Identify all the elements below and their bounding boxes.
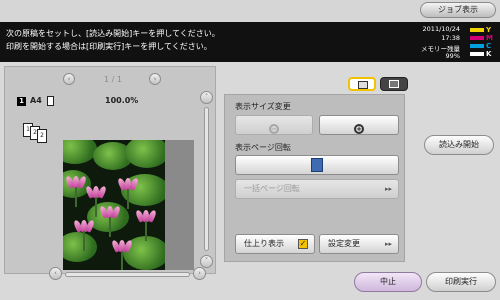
page-navigator: ‹ 1 / 1 › <box>63 73 163 87</box>
setting-change-button[interactable]: 設定変更 ▸▸ <box>319 234 399 254</box>
scroll-up-button[interactable]: ˄ <box>200 91 213 104</box>
page-indicator: 1 / 1 <box>104 75 122 84</box>
batch-rotation-label: 一括ページ回転 <box>244 184 300 193</box>
scroll-left-button[interactable]: ‹ <box>49 267 62 280</box>
zoom-out-icon: − <box>269 124 279 134</box>
rotate-page-icon <box>311 158 323 172</box>
preview-settings-panel: 表示サイズ変更 − + 表示ページ回転 一括ページ回転 ▸▸ 仕上り表示 ✓ 設… <box>224 94 405 262</box>
toner-m: M <box>470 34 494 42</box>
time-display: 17:38 <box>441 34 460 42</box>
zoom-in-button[interactable]: + <box>319 115 399 135</box>
zoom-out-button[interactable]: − <box>235 115 313 135</box>
next-page-button[interactable]: › <box>149 73 161 85</box>
double-chevron-right-icon: ▸▸ <box>385 240 393 248</box>
view-mode-tabs <box>348 77 412 91</box>
zoom-in-icon: + <box>354 124 364 134</box>
batch-rotation-button[interactable]: 一括ページ回転 ▸▸ <box>235 179 399 199</box>
job-display-button[interactable]: ジョブ表示 <box>420 2 496 18</box>
preview-detail-icon <box>358 81 368 89</box>
prev-page-button[interactable]: ‹ <box>63 73 75 85</box>
vertical-scrollbar[interactable] <box>204 107 209 251</box>
print-button[interactable]: 印刷実行 <box>426 272 496 292</box>
toner-y: Y <box>470 26 494 34</box>
zoom-level: 100.0% <box>105 96 139 105</box>
preview-thumbnail-icon <box>389 80 399 88</box>
sheet-number: 1 <box>17 97 26 106</box>
date-display: 2011/10/24 <box>422 25 460 33</box>
page-preview <box>63 140 194 270</box>
finish-display-button[interactable]: 仕上り表示 ✓ <box>235 234 315 254</box>
toner-indicator: Y M C K <box>470 26 494 60</box>
toner-k: K <box>470 50 494 58</box>
toner-c: C <box>470 42 494 50</box>
checkbox-checked-icon: ✓ <box>298 239 308 249</box>
message-bar: 次の原稿をセットし、[読込み開始]キーを押してください。 印刷を開始する場合は[… <box>0 22 500 62</box>
portrait-paper-icon <box>47 96 54 106</box>
horizontal-scrollbar[interactable] <box>65 272 190 277</box>
memory-value: 99% <box>445 52 460 60</box>
preview-thumbnail-tab[interactable] <box>380 77 408 91</box>
display-size-label: 表示サイズ変更 <box>235 102 291 111</box>
paper-size: A4 <box>30 96 42 105</box>
finish-display-label: 仕上り表示 <box>244 239 284 248</box>
page-stack-icon: 1 2 2 <box>23 123 55 143</box>
scroll-right-button[interactable]: › <box>193 267 206 280</box>
preview-detail-tab[interactable] <box>348 77 376 91</box>
preview-panel: ‹ 1 / 1 › 1 A4 100.0% 1 2 2 ˄ ˅ ‹ › <box>4 66 216 280</box>
scroll-down-button[interactable]: ˅ <box>200 255 213 268</box>
stop-button[interactable]: 中止 <box>354 272 422 292</box>
instruction-line-2: 印刷を開始する場合は[印刷実行]キーを押してください。 <box>6 42 212 51</box>
page-rotation-label: 表示ページ回転 <box>235 143 291 152</box>
start-scan-button[interactable]: 読込み開始 <box>424 135 494 155</box>
top-strip: ジョブ表示 <box>0 0 500 22</box>
rotate-page-button[interactable] <box>235 155 399 175</box>
lotus-photo-image <box>63 140 165 270</box>
instruction-line-1: 次の原稿をセットし、[読込み開始]キーを押してください。 <box>6 29 220 38</box>
setting-change-label: 設定変更 <box>328 239 360 248</box>
double-chevron-right-icon: ▸▸ <box>385 185 393 193</box>
